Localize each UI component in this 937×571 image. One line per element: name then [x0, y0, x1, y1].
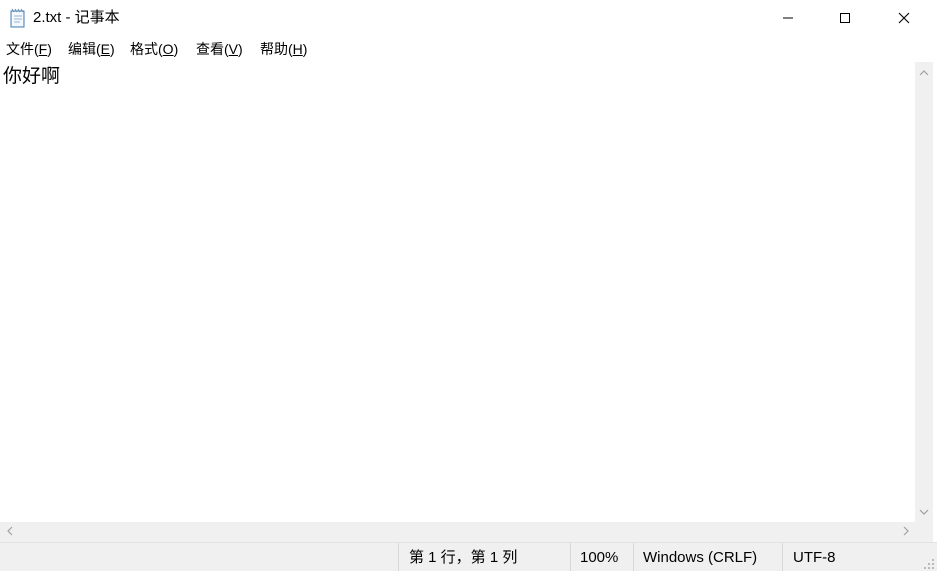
menu-view[interactable]: 查看(V) — [196, 40, 243, 58]
scroll-up-button[interactable] — [915, 62, 933, 82]
cursor-position: 第 1 行，第 1 列 — [398, 543, 571, 571]
line-ending: Windows (CRLF) — [633, 543, 783, 571]
status-bar: 第 1 行，第 1 列 100% Windows (CRLF) UTF-8 — [0, 542, 937, 571]
close-button[interactable] — [875, 0, 933, 36]
maximize-icon — [839, 12, 851, 24]
notepad-icon — [9, 8, 27, 28]
maximize-button[interactable] — [816, 0, 874, 36]
scrollbar-corner — [915, 522, 933, 542]
title-bar[interactable]: 2.txt - 记事本 — [0, 0, 937, 36]
chevron-down-icon — [919, 503, 929, 521]
scroll-right-button[interactable] — [897, 522, 915, 542]
menu-format[interactable]: 格式(O) — [130, 40, 178, 58]
vertical-scrollbar[interactable] — [915, 62, 933, 522]
minimize-button[interactable] — [759, 0, 817, 36]
text-editor[interactable]: 你好啊 — [0, 62, 915, 522]
window-title: 2.txt - 记事本 — [33, 9, 120, 26]
menu-file[interactable]: 文件(F) — [6, 40, 52, 58]
scroll-left-button[interactable] — [0, 522, 18, 542]
menu-edit[interactable]: 编辑(E) — [68, 40, 115, 58]
chevron-right-icon — [903, 523, 910, 541]
chevron-up-icon — [919, 63, 929, 81]
close-icon — [898, 12, 910, 24]
resize-grip-icon[interactable] — [923, 557, 935, 569]
editor-content: 你好啊 — [3, 66, 61, 87]
horizontal-scrollbar[interactable] — [0, 522, 915, 542]
chevron-left-icon — [6, 523, 13, 541]
menu-help[interactable]: 帮助(H) — [260, 40, 307, 58]
menu-bar: 文件(F) 编辑(E) 格式(O) 查看(V) 帮助(H) — [0, 37, 937, 62]
minimize-icon — [782, 12, 794, 24]
zoom-level: 100% — [570, 543, 634, 571]
scroll-down-button[interactable] — [915, 502, 933, 522]
encoding: UTF-8 — [782, 543, 922, 571]
